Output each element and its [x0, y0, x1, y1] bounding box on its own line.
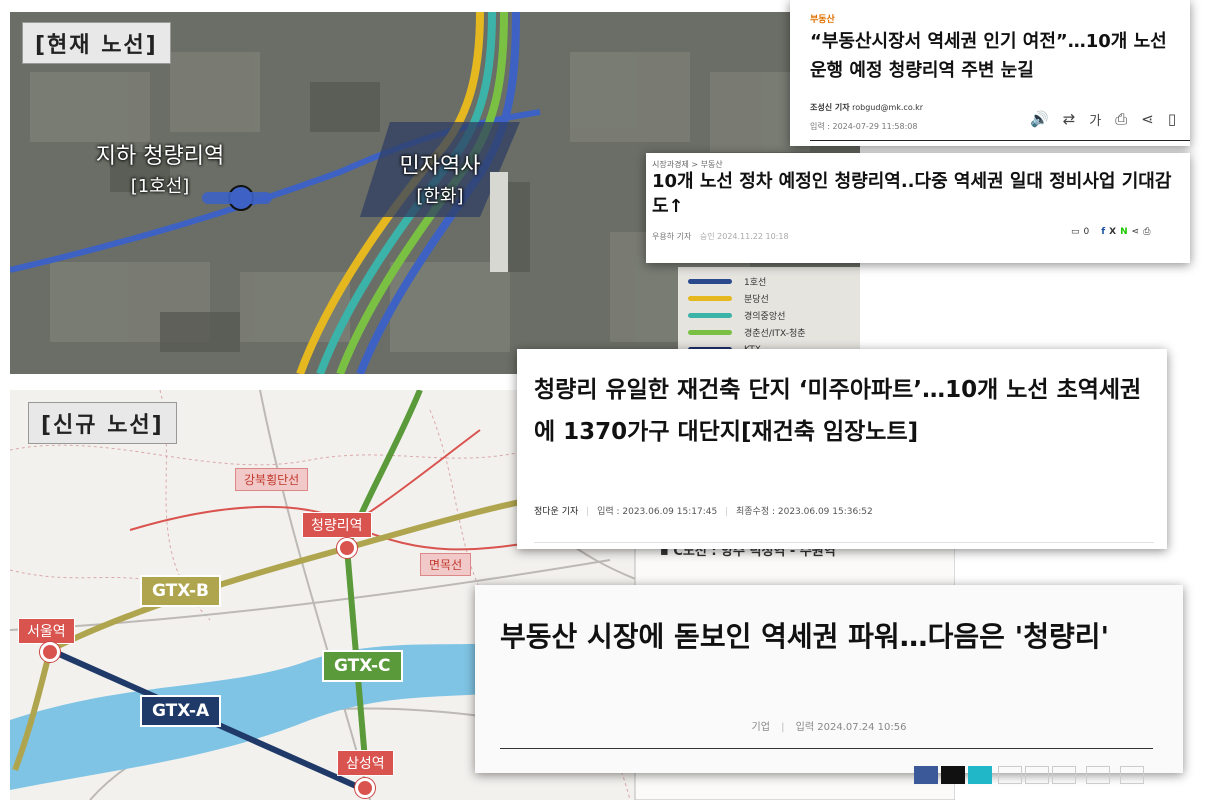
- line-tag-myeonmok: 면목선: [420, 553, 472, 576]
- article-share-bar: ▭ 0 f X N ⋖ ⎙: [1071, 227, 1150, 237]
- article-meta: 기업 | 입력 2024.07.24 10:56: [751, 722, 907, 733]
- divider: [534, 542, 1154, 543]
- share-button[interactable]: [968, 766, 992, 784]
- reporter-line: 조성신 기자 robgud@mk.co.kr: [810, 102, 923, 113]
- line-tag-gangbuk: 강북횡단선: [235, 468, 309, 491]
- station-tag-cheongnyangni: 청량리역: [302, 512, 372, 538]
- section-label[interactable]: 부동산: [810, 12, 835, 25]
- share-icon[interactable]: ⋖: [1132, 227, 1140, 237]
- naver-icon[interactable]: N: [1120, 227, 1128, 237]
- comment-icon[interactable]: ▭: [1071, 227, 1080, 237]
- listen-icon[interactable]: 🔊: [1030, 110, 1049, 129]
- station-dot-samseong: [355, 778, 375, 798]
- translate-icon[interactable]: ⇄: [1063, 110, 1076, 129]
- divider: [500, 748, 1153, 749]
- line-label-gtx-b: GTX-B: [140, 575, 221, 607]
- updated-date: 최종수정 : 2023.06.09 15:36:52: [736, 507, 873, 517]
- share-buttons: [911, 766, 1144, 784]
- reporter-name: 우용하 기자: [652, 232, 692, 241]
- legend-item: 1호선: [688, 273, 858, 290]
- article-headline[interactable]: “부동산시장서 역세권 인기 여전”…10개 노선 운행 예정 청량리역 주변 …: [810, 27, 1182, 85]
- article-card-2[interactable]: 시장과경제 > 부동산 10개 노선 정차 예정인 청량리역..다중 역세권 일…: [646, 153, 1190, 263]
- article-meta: 정다운 기자 | 입력 : 2023.06.09 15:17:45 | 최종수정…: [534, 507, 873, 517]
- station-line: [1호선]: [130, 176, 190, 197]
- facebook-share-button[interactable]: [914, 766, 938, 784]
- map-tag-new: [신규 노선]: [28, 402, 177, 444]
- station-operator: [한화]: [416, 186, 464, 207]
- x-share-button[interactable]: [941, 766, 965, 784]
- article-toolbar: 🔊 ⇄ 가 ⎙ ⋖ ▯: [1030, 110, 1176, 129]
- article-headline[interactable]: 부동산 시장에 돋보인 역세권 파워…다음은 '청량리': [500, 613, 1160, 661]
- print-icon[interactable]: ⎙: [1115, 110, 1127, 129]
- line-label-gtx-c: GTX-C: [322, 650, 403, 682]
- share-icon[interactable]: ⋖: [1141, 110, 1154, 129]
- divider: [810, 140, 1190, 141]
- station-label-underground: 지하 청량리역 [1호선]: [80, 142, 240, 202]
- station-label-private: 민자역사 [한화]: [380, 152, 500, 212]
- print-button[interactable]: [1025, 766, 1049, 784]
- article-card-3[interactable]: 청량리 유일한 재건축 단지 ‘미주아파트’…10개 노선 초역세권에 1370…: [517, 349, 1167, 549]
- reporter-name: 조성신 기자: [810, 103, 850, 112]
- article-date: 입력 2024.07.24 10:56: [795, 722, 907, 733]
- station-dot-seoul: [40, 642, 60, 662]
- station-name: 지하 청량리역: [95, 144, 225, 169]
- legend-item: 분당선: [688, 290, 858, 307]
- article-headline[interactable]: 10개 노선 정차 예정인 청량리역..다중 역세권 일대 정비사업 기대감도↑: [652, 169, 1182, 219]
- station-dot-cheongnyangni: [337, 538, 357, 558]
- link-copy-button[interactable]: [998, 766, 1022, 784]
- input-date: 입력 : 2023.06.09 15:17:45: [597, 507, 718, 517]
- map-tag-current: [현재 노선]: [22, 22, 171, 64]
- article-headline[interactable]: 청량리 유일한 재건축 단지 ‘미주아파트’…10개 노선 초역세권에 1370…: [534, 369, 1154, 453]
- bookmark-button[interactable]: [1086, 766, 1110, 784]
- print-icon[interactable]: ⎙: [1143, 227, 1150, 237]
- bookmark-icon[interactable]: ▯: [1168, 110, 1176, 129]
- station-tag-seoul: 서울역: [18, 618, 75, 644]
- x-icon[interactable]: X: [1109, 227, 1116, 237]
- article-date: 승인 2024.11.22 10:18: [699, 232, 789, 241]
- legend-item: 경의중앙선: [688, 307, 858, 324]
- font-button[interactable]: [1052, 766, 1076, 784]
- station-tag-samseong: 삼성역: [337, 750, 394, 776]
- more-button[interactable]: [1120, 766, 1144, 784]
- line-label-gtx-a: GTX-A: [140, 695, 222, 727]
- article-card-1[interactable]: 부동산 “부동산시장서 역세권 인기 여전”…10개 노선 운행 예정 청량리역…: [790, 0, 1190, 146]
- comment-count: 0: [1083, 227, 1090, 237]
- facebook-icon[interactable]: f: [1101, 227, 1105, 237]
- article-card-4[interactable]: 부동산 시장에 돋보인 역세권 파워…다음은 '청량리' 기업 | 입력 202…: [475, 585, 1183, 784]
- legend-item: 경춘선/ITX-청춘: [688, 324, 858, 341]
- reporter-email[interactable]: robgud@mk.co.kr: [852, 103, 923, 112]
- reporter-name: 정다운 기자: [534, 507, 579, 517]
- reporter-line: 우용하 기자 승인 2024.11.22 10:18: [652, 231, 789, 242]
- article-date: 입력 : 2024-07-29 11:58:08: [810, 122, 918, 131]
- category-label[interactable]: 기업: [752, 722, 770, 733]
- station-name: 민자역사: [399, 154, 481, 179]
- font-size-button[interactable]: 가: [1089, 110, 1101, 129]
